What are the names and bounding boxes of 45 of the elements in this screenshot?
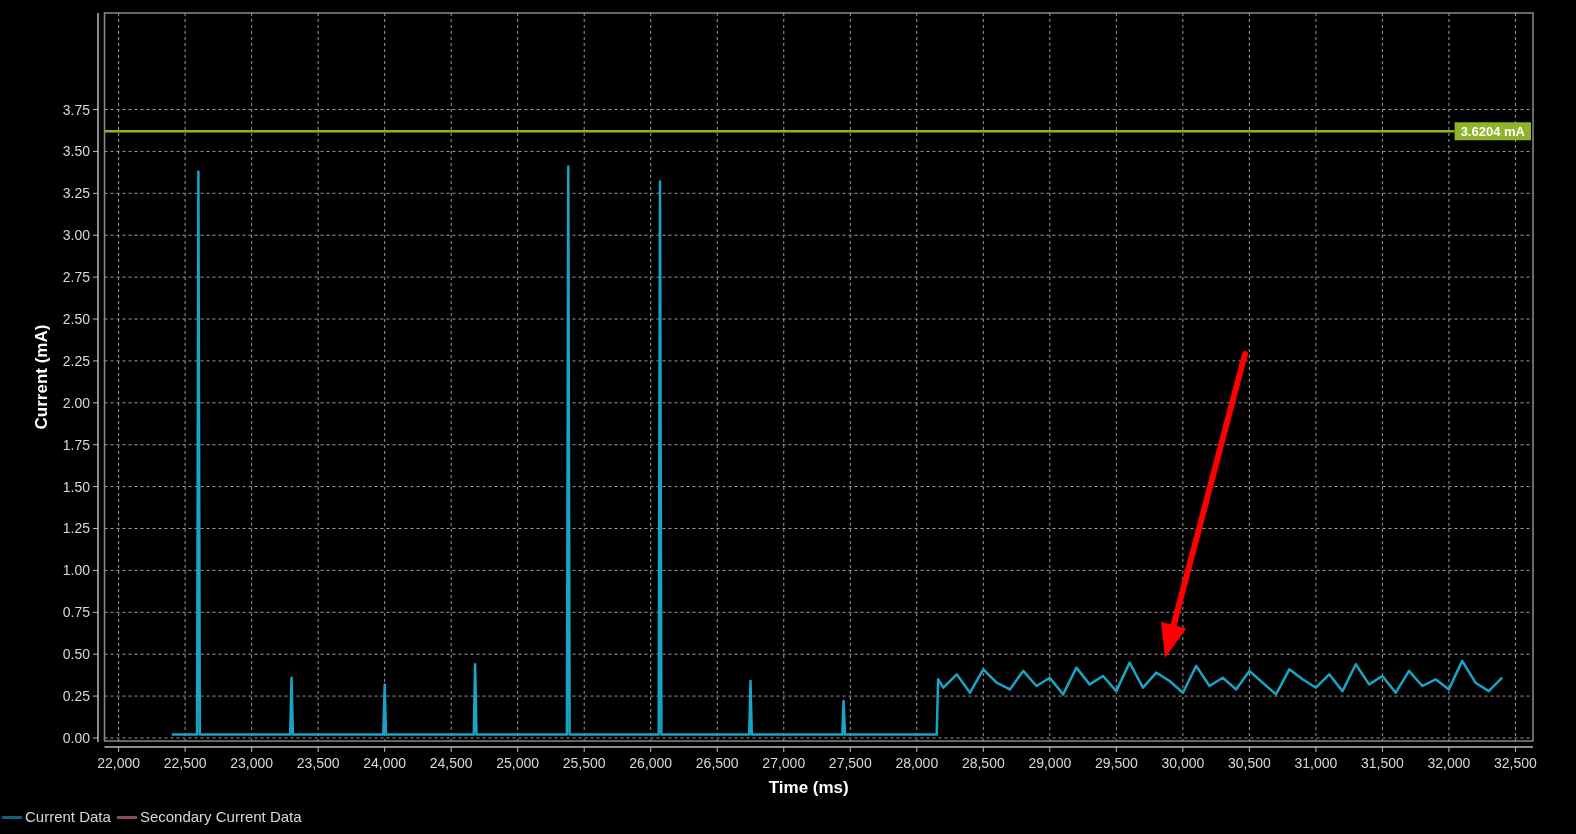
y-tick-label: 3.75 xyxy=(62,101,90,118)
y-tick-label: 1.00 xyxy=(62,562,90,579)
x-axis-title: Time (ms) xyxy=(768,778,849,797)
x-tick-label: 24,500 xyxy=(429,755,473,771)
y-tick-label: 1.25 xyxy=(62,520,90,537)
x-tick-label: 22,000 xyxy=(97,755,140,771)
x-tick-label: 23,500 xyxy=(296,755,340,771)
y-tick-label: 0.50 xyxy=(62,646,90,663)
x-tick-label: 23,000 xyxy=(230,755,274,771)
x-tick-label: 22,500 xyxy=(163,755,207,771)
x-tick-label: 32,500 xyxy=(1494,755,1537,771)
y-axis-title: Current (mA) xyxy=(32,324,51,430)
x-tick-label: 25,000 xyxy=(496,755,540,771)
x-tick-label: 28,500 xyxy=(961,755,1005,771)
ref-line-label: 3.6204 mA xyxy=(1460,124,1526,140)
y-tick-label: 2.50 xyxy=(62,311,90,327)
y-tick-label: 0.00 xyxy=(62,730,90,746)
y-tick-label: 3.00 xyxy=(62,227,90,244)
x-tick-label: 28,000 xyxy=(895,755,939,771)
x-tick-label: 27,500 xyxy=(828,755,872,771)
x-tick-label: 26,500 xyxy=(695,755,739,771)
y-tick-label: 2.75 xyxy=(62,269,90,286)
x-tick-label: 32,000 xyxy=(1427,755,1471,771)
x-tick-label: 30,500 xyxy=(1227,755,1271,771)
x-tick-label: 29,500 xyxy=(1094,755,1138,771)
legend-swatch-icon xyxy=(2,815,22,819)
y-tick-label: 3.50 xyxy=(62,143,90,160)
x-tick-label: 30,000 xyxy=(1161,755,1205,771)
x-tick-label: 31,500 xyxy=(1361,755,1404,771)
x-tick-label: 26,000 xyxy=(629,755,673,771)
x-tick-label: 24,000 xyxy=(363,755,407,771)
y-tick-label: 1.50 xyxy=(62,478,90,495)
value-badge: 3.6204 mA xyxy=(1454,122,1531,141)
x-tick-label: 27,000 xyxy=(762,755,806,771)
y-tick-label: 0.75 xyxy=(62,604,90,621)
y-tick-label: 3.25 xyxy=(62,185,90,202)
y-tick-label: 1.75 xyxy=(62,436,90,453)
y-tick-label: 2.25 xyxy=(62,352,90,369)
x-tick-label: 25,500 xyxy=(562,755,606,771)
legend-label: Secondary Current Data xyxy=(139,806,302,827)
y-tick-label: 2.00 xyxy=(62,394,90,411)
y-tick-label: 0.25 xyxy=(62,688,90,705)
legend-label: Current Data xyxy=(25,806,111,827)
x-tick-label: 31,000 xyxy=(1294,755,1338,771)
x-tick-label: 29,000 xyxy=(1028,755,1072,771)
